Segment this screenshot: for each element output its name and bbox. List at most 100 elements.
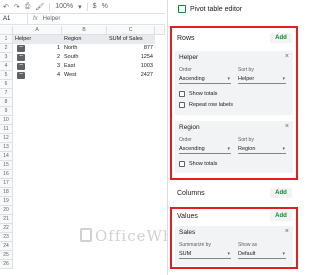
summarize-by-select[interactable]: SUM ▾ [179, 249, 231, 259]
row-header[interactable]: 7 [0, 89, 13, 98]
row-header[interactable]: 18 [0, 188, 13, 197]
chevron-down-icon: ▾ [227, 146, 230, 152]
show-as-select[interactable]: Default ▾ [238, 249, 286, 259]
row-header[interactable]: 11 [0, 125, 13, 134]
sort-by-value: Region [238, 146, 256, 152]
row-header[interactable]: 13 [0, 143, 13, 152]
table-cell-helper[interactable]: 4 [52, 71, 62, 80]
chevron-down-icon: ▾ [227, 251, 230, 257]
name-box[interactable]: A1 [0, 14, 28, 24]
row-header[interactable]: 26 [0, 260, 13, 269]
checkbox-box[interactable] [179, 161, 185, 167]
table-cell-sales[interactable]: 1254 [107, 53, 155, 62]
collapse-icon[interactable]: − [17, 71, 25, 79]
paint-format-icon[interactable]: 🖌 [35, 3, 44, 11]
checkbox-box[interactable] [179, 91, 185, 97]
toolbar: ↶ ↷ ⎙ 🖌 100% ▾ $ % [0, 0, 165, 14]
row-header[interactable]: 21 [0, 215, 13, 224]
header-cell-region[interactable]: Region [62, 35, 107, 44]
column-header-empty[interactable] [155, 26, 165, 35]
row-header[interactable]: 22 [0, 224, 13, 233]
table-cell-region[interactable]: North [62, 44, 107, 53]
card-title: Helper [179, 54, 199, 61]
corner-header[interactable] [0, 26, 13, 35]
close-icon[interactable]: × [285, 228, 289, 235]
table-cell-sales[interactable]: 1003 [107, 62, 155, 71]
column-header-b[interactable]: B [62, 26, 107, 35]
row-header[interactable]: 1 [0, 35, 13, 44]
order-select[interactable]: Ascending ▾ [179, 74, 231, 84]
row-header[interactable]: 5 [0, 71, 13, 80]
show-totals-checkbox[interactable]: Show totals [179, 161, 217, 167]
sort-by-select[interactable]: Region ▾ [238, 144, 286, 154]
table-cell-helper[interactable]: 1 [52, 44, 62, 53]
undo-icon[interactable]: ↶ [3, 3, 9, 11]
order-select[interactable]: Ascending ▾ [179, 144, 231, 154]
zoom-chevron-icon[interactable]: ▾ [78, 3, 82, 11]
row-header[interactable]: 15 [0, 161, 13, 170]
chevron-down-icon: ▾ [282, 251, 285, 257]
toolbar-divider [86, 2, 88, 11]
sort-by-value: Helper [238, 76, 255, 82]
close-icon[interactable]: × [285, 123, 289, 130]
redo-icon[interactable]: ↷ [14, 3, 20, 11]
collapse-icon[interactable]: − [17, 53, 25, 61]
toolbar-divider [49, 2, 51, 11]
repeat-row-labels-label: Repeat row labels [189, 102, 234, 108]
row-header[interactable]: 16 [0, 170, 13, 179]
row-header[interactable]: 20 [0, 206, 13, 215]
percent-button[interactable]: % [102, 3, 108, 10]
chevron-down-icon: ▾ [282, 76, 285, 82]
row-header[interactable]: 23 [0, 233, 13, 242]
table-cell-sales[interactable]: 2427 [107, 71, 155, 80]
column-header-c[interactable]: C [107, 26, 155, 35]
table-cell-helper[interactable]: 2 [52, 53, 62, 62]
close-icon[interactable]: × [285, 53, 289, 60]
chevron-down-icon: ▾ [282, 146, 285, 152]
panel-header: Pivot table editor [178, 5, 242, 13]
values-label: Values [177, 213, 198, 220]
table-cell-region[interactable]: East [62, 62, 107, 71]
row-header[interactable]: 12 [0, 134, 13, 143]
columns-label: Columns [177, 190, 205, 197]
row-header[interactable]: 4 [0, 62, 13, 71]
sort-by-select[interactable]: Helper ▾ [238, 74, 286, 84]
checkbox-box[interactable] [179, 102, 185, 108]
row-header[interactable]: 8 [0, 98, 13, 107]
row-header[interactable]: 2 [0, 44, 13, 53]
summarize-by-value: SUM [179, 251, 192, 257]
row-header[interactable]: 19 [0, 197, 13, 206]
rows-label: Rows [177, 35, 195, 42]
row-header[interactable]: 6 [0, 80, 13, 89]
print-icon[interactable]: ⎙ [25, 3, 31, 11]
add-row-button[interactable]: Add [270, 33, 292, 43]
collapse-icon[interactable]: − [17, 62, 25, 70]
currency-button[interactable]: $ [93, 3, 97, 10]
table-cell-sales[interactable]: 877 [107, 44, 155, 53]
add-column-button[interactable]: Add [270, 188, 292, 198]
header-cell-sum-of-sales[interactable]: SUM of Sales [107, 35, 155, 44]
table-cell-region[interactable]: South [62, 53, 107, 62]
order-label: Order [179, 137, 192, 143]
table-cell-region[interactable]: West [62, 71, 107, 80]
row-card-region: Region × Order Sort by Ascending ▾ Region… [175, 121, 293, 173]
repeat-row-labels-checkbox[interactable]: Repeat row labels [179, 102, 233, 108]
collapse-icon[interactable]: − [17, 44, 25, 52]
column-header-a[interactable]: A [13, 26, 62, 35]
row-header[interactable]: 25 [0, 251, 13, 260]
table-cell-helper[interactable]: 3 [52, 62, 62, 71]
show-as-label: Show as [238, 242, 258, 248]
row-header[interactable]: 17 [0, 179, 13, 188]
add-value-button[interactable]: Add [270, 211, 292, 221]
row-header[interactable]: 10 [0, 116, 13, 125]
formula-input[interactable]: Helper [43, 16, 61, 22]
show-totals-checkbox[interactable]: Show totals [179, 91, 217, 97]
row-header[interactable]: 3 [0, 53, 13, 62]
show-as-value: Default [238, 251, 256, 257]
row-header[interactable]: 9 [0, 107, 13, 116]
row-header[interactable]: 24 [0, 242, 13, 251]
row-header[interactable]: 14 [0, 152, 13, 161]
header-cell-helper[interactable]: Helper [13, 35, 62, 44]
zoom-select[interactable]: 100% [55, 3, 73, 10]
panel-title: Pivot table editor [190, 5, 243, 13]
